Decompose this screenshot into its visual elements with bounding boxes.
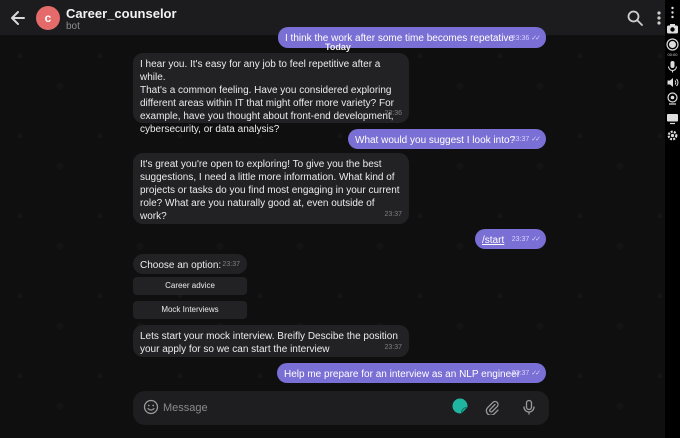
message-text: I think the work after some time becomes… xyxy=(285,33,514,44)
message-time: 23:37 xyxy=(222,261,240,268)
message-bubble-outgoing[interactable]: I think the work after some time becomes… xyxy=(278,27,546,48)
camera-icon[interactable] xyxy=(666,22,679,35)
message-meta: 23:36 ✓✓ xyxy=(511,32,541,45)
message-time: 23:37 xyxy=(511,236,530,243)
overflow-menu-icon[interactable] xyxy=(666,6,679,19)
avatar[interactable]: c xyxy=(36,6,60,30)
emoji-icon[interactable] xyxy=(143,399,159,415)
screen-icon[interactable] xyxy=(666,112,679,125)
message-time: 23:37 xyxy=(384,344,402,351)
message-bubble-outgoing[interactable]: Help me prepare for an interview as an N… xyxy=(277,363,546,383)
avatar-letter: c xyxy=(44,11,52,25)
message-text: I hear you. It's easy for any job to fee… xyxy=(140,59,395,135)
message-input[interactable] xyxy=(163,400,413,416)
recording-time: 00:00 xyxy=(667,52,678,57)
message-bubble-incoming[interactable]: It's great you're open to exploring! To … xyxy=(133,153,409,224)
recording-toolbar: 00:00 xyxy=(665,0,680,438)
read-checkmarks-icon: ✓✓ xyxy=(531,35,541,42)
message-bubble-incoming[interactable]: Choose an option: 23:37 xyxy=(133,254,247,274)
attach-icon[interactable] xyxy=(484,399,500,415)
date-divider: Today xyxy=(325,42,351,52)
message-time: 23:37 xyxy=(384,211,402,218)
message-text: Help me prepare for an interview as an N… xyxy=(284,369,521,380)
message-bubble-incoming[interactable]: I hear you. It's easy for any job to fee… xyxy=(133,53,409,135)
read-checkmarks-icon: ✓✓ xyxy=(531,236,541,243)
message-composer xyxy=(133,391,549,425)
chat-subtitle: bot xyxy=(66,21,80,32)
message-meta: 23:37 ✓✓ xyxy=(511,233,541,246)
message-time: 23:37 xyxy=(511,136,530,143)
message-time: 23:36 xyxy=(511,35,530,42)
message-bubble-incoming[interactable]: Lets start your mock interview. Breifly … xyxy=(133,325,409,357)
chat-title[interactable]: Career_counselor xyxy=(66,6,177,21)
message-text: Lets start your mock interview. Breifly … xyxy=(140,331,398,355)
microphone-icon[interactable] xyxy=(666,60,679,73)
message-bubble-outgoing[interactable]: /start 23:37 ✓✓ xyxy=(475,229,546,249)
read-checkmarks-icon: ✓✓ xyxy=(531,370,541,377)
back-arrow-icon[interactable] xyxy=(8,8,28,28)
message-meta: 23:37 ✓✓ xyxy=(511,133,541,146)
message-bubble-outgoing[interactable]: What would you suggest I look into? 23:3… xyxy=(348,129,546,149)
settings-gear-icon[interactable] xyxy=(666,129,679,142)
sticker-icon[interactable] xyxy=(451,397,469,415)
webcam-icon[interactable] xyxy=(666,92,679,105)
more-options-icon[interactable] xyxy=(655,9,663,27)
record-icon[interactable] xyxy=(666,38,679,51)
message-time: 23:36 xyxy=(384,110,402,117)
message-time: 23:37 xyxy=(511,370,530,377)
speaker-icon[interactable] xyxy=(666,76,679,89)
message-text: It's great you're open to exploring! To … xyxy=(140,159,400,222)
search-icon[interactable] xyxy=(626,9,644,27)
option-button-mock-interviews[interactable]: Mock Interviews xyxy=(133,301,247,319)
microphone-icon[interactable] xyxy=(521,399,537,415)
read-checkmarks-icon: ✓✓ xyxy=(531,136,541,143)
option-button-career-advice[interactable]: Career advice xyxy=(133,277,247,295)
message-meta: 23:37 ✓✓ xyxy=(511,367,541,380)
